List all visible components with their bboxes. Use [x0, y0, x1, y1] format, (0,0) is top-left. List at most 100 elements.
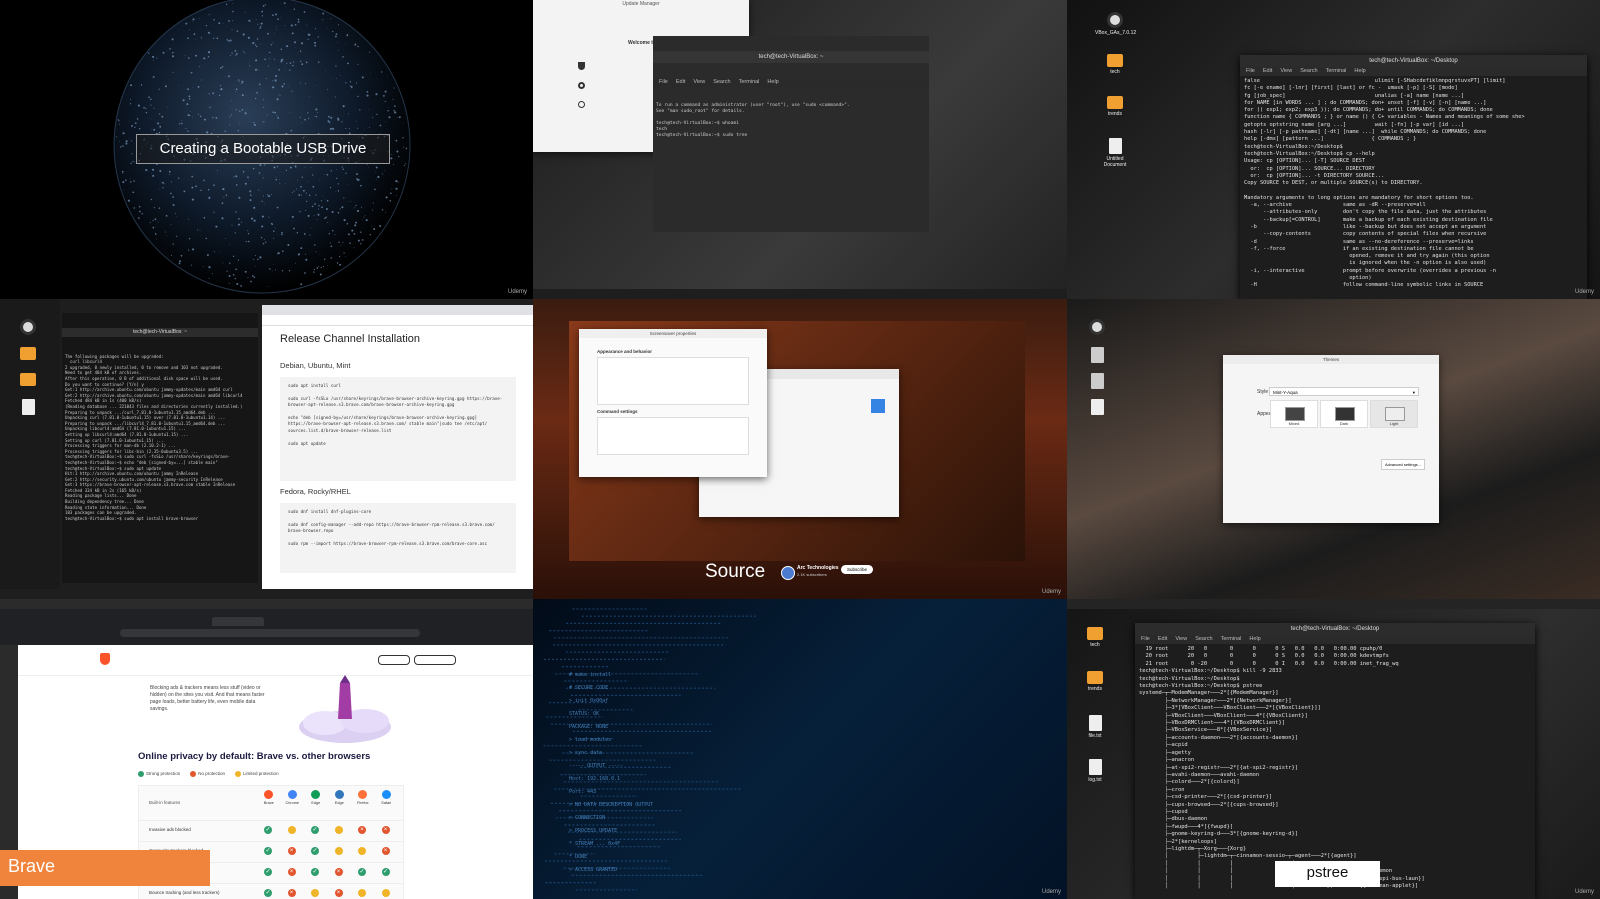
- terminal-line: -i, --interactive prompt before overwrit…: [1244, 267, 1496, 274]
- terminal-line: false ulimit [-SHabcdefiklmnpqrstuvxPT] …: [1244, 78, 1506, 84]
- menu-item-edit[interactable]: Edit: [1263, 68, 1272, 74]
- partial-icon: [358, 847, 366, 855]
- browser-column-edge: Edge: [328, 790, 352, 805]
- gear-icon: [578, 82, 585, 89]
- download-button[interactable]: [378, 655, 410, 665]
- appearance-option-mixed[interactable]: Mixed: [1270, 400, 1318, 428]
- terminal-line: # make install: [563, 672, 612, 678]
- terminal-line: help [-dms] [pattern ...] { COMMANDS ; }: [1244, 136, 1417, 143]
- desktop-icon-file[interactable]: log.txt: [1075, 759, 1115, 783]
- try-button[interactable]: [414, 655, 456, 665]
- terminal-line: > init 0x00af: [563, 698, 609, 704]
- channel-name[interactable]: Arc Technologies: [797, 565, 839, 571]
- comparison-row: Invasive ads blocked ✓ ✓ × ×: [139, 820, 403, 841]
- desktop-icon-file[interactable]: file.txt: [1075, 715, 1115, 739]
- code-block-fedora: sudo dnf install dnf-plugins-core sudo d…: [280, 503, 516, 573]
- terminal-line: ├─VBoxService───8*[{VBoxService}]: [1139, 727, 1273, 734]
- terminal-line: │ ├─lightdm─┬─cinnamon-sessio─┬─agent───…: [1139, 853, 1357, 860]
- appearance-option-dark[interactable]: Dark: [1320, 400, 1368, 428]
- legend-item: Strong protection: [138, 771, 180, 777]
- terminal-line: -d same as --no-dereference --preserve=l…: [1244, 238, 1474, 245]
- update-terminal-window[interactable]: tech@tech-VirtualBox: ~ File Edit View Sear…: [653, 36, 929, 232]
- terminal-line: ├─anacron: [1139, 757, 1195, 764]
- subscribe-button[interactable]: Subscribe: [841, 565, 874, 574]
- terminal-line: ├─colord───2*[{colord}]: [1139, 779, 1240, 786]
- terminal-menubar: File Edit View Search Terminal Help: [653, 77, 929, 87]
- menu-item-search[interactable]: Search: [1195, 636, 1212, 642]
- x-icon: ×: [287, 868, 296, 876]
- page-heading: Release Channel Installation: [280, 333, 421, 345]
- desktop-icon-disc[interactable]: VBox_GAs_7.0.12: [1095, 12, 1136, 36]
- mint-desktop-sidebar: [0, 299, 60, 599]
- subscriber-count: 2.1K subscribers: [797, 572, 827, 577]
- terminal-titlebar: tech@tech-VirtualBox: ~: [62, 327, 258, 337]
- terminal-line: tech@tech-VirtualBox:~/Desktop$: [1244, 143, 1343, 150]
- terminal-line: ├─at-spi2-registr───2*[{at-spi2-registr}…: [1139, 764, 1299, 771]
- appearance-option-light[interactable]: Light: [1370, 400, 1418, 428]
- terminal-line: tech@tech-VirtualBox:~/Desktop$ kill -9 …: [1139, 668, 1282, 675]
- menu-item-edit[interactable]: Edit: [1158, 636, 1167, 642]
- mint-taskbar: [533, 289, 1067, 299]
- browser-column-brave: Brave: [257, 790, 281, 805]
- terminal-line: ----- OUTPUT -----: [563, 763, 624, 769]
- menu-item-help[interactable]: Help: [1354, 68, 1365, 74]
- udemy-watermark: Udemy: [1041, 589, 1061, 595]
- browser-addressbar[interactable]: [120, 629, 420, 637]
- terminal-output: To run a command as administrator (user …: [653, 101, 929, 141]
- browser-columns: Brave Chrome Edge Edge Firefox Safari: [257, 790, 398, 805]
- shield-icon: [578, 62, 585, 70]
- terminal-line: ├─3*[VBoxClient───VBoxClient───2*[{VBoxC…: [1139, 705, 1321, 712]
- terminal-line: or: cp [OPTION]... SOURCE... DIRECTORY: [1244, 165, 1375, 172]
- terminal-line: -b like --backup but does not accept an …: [1244, 223, 1487, 230]
- terminal-titlebar: tech@tech-VirtualBox: ~/Desktop: [1240, 55, 1587, 67]
- browser-tab-active[interactable]: [212, 617, 264, 626]
- terminal-line: Port: 443: [563, 789, 597, 795]
- feature-label: Bounce tracking (and less trackers): [149, 890, 220, 895]
- desktop-icon-folder[interactable]: tech: [1095, 54, 1135, 75]
- channel-avatar: [781, 566, 795, 580]
- section-appearance: Appearance and behavior: [597, 349, 653, 354]
- desktop-icon-folder[interactable]: tech: [1075, 627, 1115, 648]
- pstree-terminal-window[interactable]: tech@tech-VirtualBox: ~/Desktop File Edit…: [1135, 623, 1535, 899]
- udemy-watermark: Udemy: [1574, 889, 1594, 895]
- cell-cp-help: VBox_GAs_7.0.12tech trends Untitled Docume…: [1067, 0, 1600, 299]
- terminal-line: tech@tech-VirtualBox:~/Desktop$ pstree: [1139, 683, 1263, 690]
- browser-addressbar[interactable]: [262, 315, 533, 326]
- udemy-watermark: Udemy: [1041, 889, 1061, 895]
- legend-item: No protection: [190, 771, 225, 777]
- desktop-icon-label: log.txt: [1088, 777, 1102, 783]
- install-terminal[interactable]: tech@tech-VirtualBox: ~ The following pa…: [62, 313, 258, 583]
- terminal-line: tech@tech-VirtualBox:~$ sudo tree: [656, 133, 748, 139]
- terminal-line: ├─cups-browsed───2*[{cups-browsed}]: [1139, 801, 1279, 808]
- terminal-line: fc [-e ename] [-lnr] [first] [last] or f…: [1244, 85, 1458, 92]
- terminal-line: tech@tech-VirtualBox:~/Desktop$: [1139, 675, 1240, 682]
- style-dropdown[interactable]: Mint-Y-Aqua ▾: [1269, 387, 1419, 396]
- desktop-icon-folder[interactable]: trends: [1075, 671, 1115, 692]
- menu-item-search[interactable]: Search: [1300, 68, 1317, 74]
- menu-item-terminal[interactable]: Terminal: [1221, 636, 1242, 642]
- source-title: Source: [705, 561, 766, 582]
- terminal-line: or: cp [OPTION]... -t DIRECTORY SOURCE..…: [1244, 172, 1385, 179]
- terminal-line: --attributes-only don't copy the file da…: [1244, 209, 1487, 216]
- check-icon: ✓: [264, 826, 272, 834]
- terminal-line: 20 root 20 0 0 0 0 S 0.0 0.0 0:00.00 kde…: [1139, 653, 1389, 660]
- menu-item-help[interactable]: Help: [1249, 636, 1260, 642]
- menu-item-view[interactable]: View: [1280, 68, 1292, 74]
- desktop-icon-file[interactable]: Untitled Document: [1095, 138, 1135, 168]
- brave-docs-browser: Release Channel Installation Debian, Ubu…: [262, 305, 533, 589]
- browser-column-safari: Safari: [375, 790, 399, 805]
- menu-item-file[interactable]: File: [1246, 68, 1255, 74]
- file-icon: [1088, 759, 1102, 775]
- code-line: sudo apt update: [288, 440, 326, 446]
- menu-item-file[interactable]: File: [1141, 636, 1150, 642]
- x-icon: ×: [334, 889, 343, 897]
- terminal-line: Mandatory arguments to long options are …: [1244, 194, 1474, 201]
- cp-terminal-window[interactable]: tech@tech-VirtualBox: ~/Desktop File Edit…: [1240, 55, 1587, 299]
- code-line: sudo rpm --import https://brave-browser-…: [288, 541, 488, 547]
- advanced-settings-button[interactable]: Advanced settings...: [1381, 459, 1425, 470]
- menu-item-view[interactable]: View: [1175, 636, 1187, 642]
- menu-item-terminal[interactable]: Terminal: [1326, 68, 1347, 74]
- appearance-options: Mixed Dark Light: [1269, 399, 1419, 429]
- brave-logo: [100, 653, 110, 665]
- desktop-icon-folder[interactable]: trends: [1095, 96, 1135, 117]
